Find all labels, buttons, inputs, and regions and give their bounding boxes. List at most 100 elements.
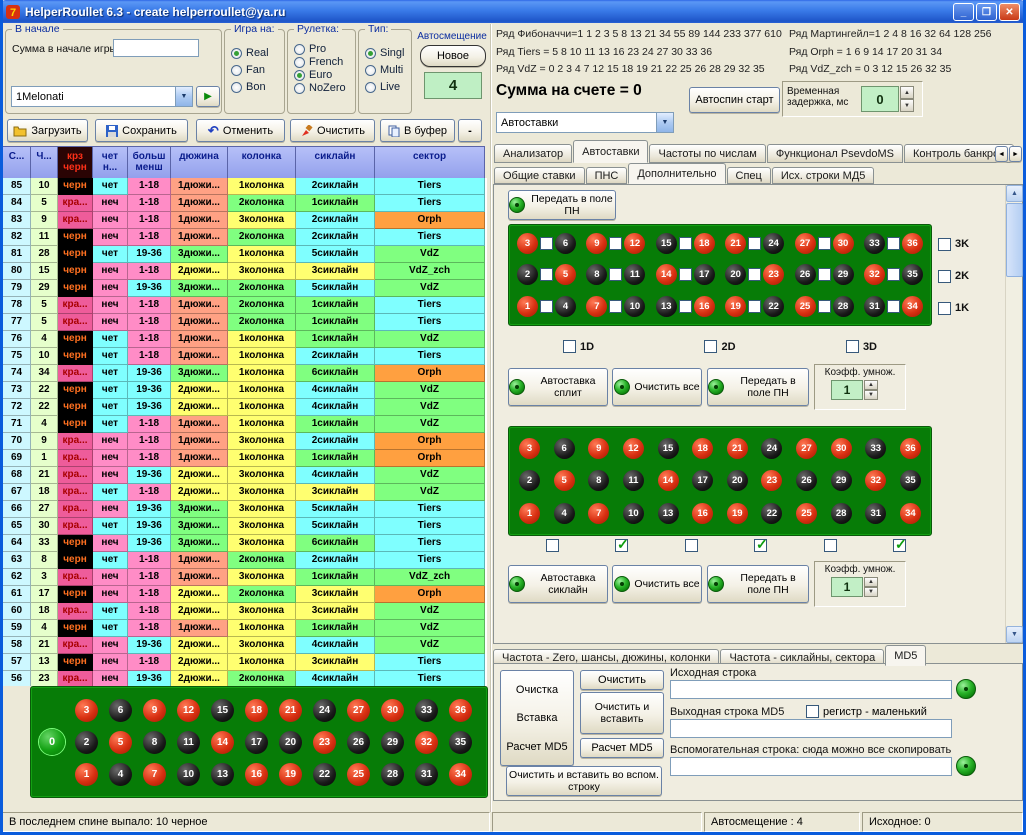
roulette-number-17[interactable]: 17: [692, 470, 713, 491]
roulette-number-16[interactable]: 16: [692, 503, 713, 524]
bottom-tab-3[interactable]: MD5: [885, 645, 926, 666]
roulette-number-13[interactable]: 13: [656, 296, 677, 317]
roulette-number-30[interactable]: 30: [381, 699, 404, 722]
roulette-number-12[interactable]: 12: [623, 438, 644, 459]
roulette-number-35[interactable]: 35: [902, 264, 923, 285]
main-tab-2[interactable]: Автоставки: [573, 140, 648, 163]
check-1d[interactable]: 1D: [563, 340, 594, 353]
roulette-number-6[interactable]: 6: [109, 699, 132, 722]
roulette-number-19[interactable]: 19: [725, 296, 746, 317]
transfer-top-button[interactable]: Передать в поле ПН: [508, 190, 616, 220]
history-row-65[interactable]: 6530кра...чет19-363дюжи...3колонка5сикла…: [3, 518, 487, 535]
roulette-number-18[interactable]: 18: [245, 699, 268, 722]
roulette-number-3[interactable]: 3: [75, 699, 98, 722]
main-tab-1[interactable]: Анализатор: [494, 144, 572, 163]
roulette-number-0[interactable]: 0: [39, 729, 65, 755]
md5-source-disc-button[interactable]: [956, 679, 976, 699]
checkbox-box[interactable]: [704, 340, 717, 353]
roulette-number-30[interactable]: 30: [833, 233, 854, 254]
md5-clear-button[interactable]: Очистить: [580, 670, 664, 690]
roulette-number-32[interactable]: 32: [415, 731, 438, 754]
vertical-scrollbar[interactable]: ▲ ▼: [1005, 185, 1022, 643]
roulette-number-6[interactable]: 6: [555, 233, 576, 254]
history-row-70[interactable]: 709кра...неч1-181дюжи...3колонка2сиклайн…: [3, 433, 487, 450]
roulette-number-26[interactable]: 26: [795, 264, 816, 285]
history-row-80[interactable]: 8015черннеч1-182дюжи...3колонка3сиклайнV…: [3, 263, 487, 280]
autobet-combobox[interactable]: Автоставки ▼: [496, 112, 674, 133]
roulette-number-14[interactable]: 14: [656, 264, 677, 285]
roulette-number-29[interactable]: 29: [381, 731, 404, 754]
spinner-up-icon[interactable]: ▲: [864, 380, 878, 390]
split-checkbox-9-12[interactable]: [609, 237, 622, 250]
delay-spinner[interactable]: 0 ▲▼: [861, 86, 914, 112]
roulette-number-3[interactable]: 3: [517, 233, 538, 254]
history-col-header-8[interactable]: сиклайн: [296, 146, 375, 178]
roulette-number-20[interactable]: 20: [727, 470, 748, 491]
roulette-number-4[interactable]: 4: [555, 296, 576, 317]
history-row-85[interactable]: 8510чернчет1-181дюжи...1колонка2сиклайнT…: [3, 178, 487, 195]
history-row-60[interactable]: 6018кра...чет1-182дюжи...3колонка3сиклай…: [3, 603, 487, 620]
transfer-split-button[interactable]: Передать в поле ПН: [707, 368, 809, 406]
radio-option-nozero[interactable]: NoZero: [294, 82, 353, 94]
split-checkbox-15-18[interactable]: [679, 237, 692, 250]
split-coef-spinner[interactable]: 1 ▲▼: [831, 380, 903, 400]
roulette-number-26[interactable]: 26: [796, 470, 817, 491]
md5-big-button[interactable]: Очистка Вставка Расчет MD5: [500, 670, 574, 766]
history-row-73[interactable]: 7322чернчет19-362дюжи...1колонка4сиклайн…: [3, 382, 487, 399]
history-row-76[interactable]: 764чернчет1-181дюжи...1колонка1сиклайнVd…: [3, 331, 487, 348]
history-row-63[interactable]: 638чернчет1-181дюжи...2колонка2сиклайнTi…: [3, 552, 487, 569]
main-tab-3[interactable]: Частоты по числам: [649, 144, 765, 163]
clear-button[interactable]: Очистить: [290, 119, 375, 142]
roulette-number-4[interactable]: 4: [109, 763, 132, 786]
history-col-header-1[interactable]: С...: [3, 146, 31, 178]
split-checkbox-31-34[interactable]: [887, 300, 900, 313]
split-checkbox-27-30[interactable]: [818, 237, 831, 250]
roulette-number-36[interactable]: 36: [449, 699, 472, 722]
roulette-number-3[interactable]: 3: [519, 438, 540, 459]
md5-aux-disc-button[interactable]: [956, 756, 976, 776]
roulette-number-15[interactable]: 15: [211, 699, 234, 722]
roulette-number-13[interactable]: 13: [211, 763, 234, 786]
roulette-number-15[interactable]: 15: [656, 233, 677, 254]
roulette-number-29[interactable]: 29: [831, 470, 852, 491]
chevron-down-icon[interactable]: ▼: [656, 113, 673, 132]
history-row-71[interactable]: 714чернчет1-181дюжи...1колонка1сиклайнVd…: [3, 416, 487, 433]
spinner-down-icon[interactable]: ▼: [864, 587, 878, 597]
sub-tab-1[interactable]: Общие ставки: [494, 167, 585, 184]
roulette-number-11[interactable]: 11: [177, 731, 200, 754]
roulette-number-13[interactable]: 13: [658, 503, 679, 524]
minus-button[interactable]: -: [458, 119, 482, 142]
roulette-number-25[interactable]: 25: [796, 503, 817, 524]
roulette-number-9[interactable]: 9: [588, 438, 609, 459]
split-checkbox-32-35[interactable]: [887, 268, 900, 281]
history-row-57[interactable]: 5713черннеч1-182дюжи...1колонка3сиклайнT…: [3, 654, 487, 671]
roulette-number-20[interactable]: 20: [725, 264, 746, 285]
checkbox-box[interactable]: [938, 302, 951, 315]
history-row-83[interactable]: 839кра...неч1-181дюжи...3колонка2сиклайн…: [3, 212, 487, 229]
split-checkbox-7-10[interactable]: [609, 300, 622, 313]
roulette-number-16[interactable]: 16: [694, 296, 715, 317]
sub-tab-5[interactable]: Исх. строки МД5: [772, 167, 875, 184]
roulette-number-31[interactable]: 31: [415, 763, 438, 786]
roulette-number-5[interactable]: 5: [555, 264, 576, 285]
check-3k[interactable]: 3K: [938, 238, 969, 251]
roulette-number-28[interactable]: 28: [831, 503, 852, 524]
roulette-number-26[interactable]: 26: [347, 731, 370, 754]
sixline-check-6[interactable]: [893, 539, 906, 552]
scroll-down-icon[interactable]: ▼: [1006, 626, 1023, 643]
tab-scroll-left-icon[interactable]: ◄: [995, 146, 1008, 162]
autoshift-new-button[interactable]: Новое: [420, 45, 486, 67]
roulette-number-9[interactable]: 9: [143, 699, 166, 722]
history-row-78[interactable]: 785кра...неч1-181дюжи...2колонка1сиклайн…: [3, 297, 487, 314]
roulette-number-9[interactable]: 9: [586, 233, 607, 254]
preset-play-button[interactable]: ▶: [196, 86, 220, 107]
roulette-number-22[interactable]: 22: [761, 503, 782, 524]
radio-option-fan[interactable]: Fan: [231, 64, 282, 76]
spinner-up-icon[interactable]: ▲: [900, 86, 914, 99]
history-row-77[interactable]: 775кра...неч1-181дюжи...2колонка1сиклайн…: [3, 314, 487, 331]
roulette-number-34[interactable]: 34: [900, 503, 921, 524]
roulette-number-2[interactable]: 2: [517, 264, 538, 285]
history-col-header-6[interactable]: дюжина: [171, 146, 228, 178]
tab-scroll-right-icon[interactable]: ►: [1009, 146, 1022, 162]
roulette-number-23[interactable]: 23: [763, 264, 784, 285]
